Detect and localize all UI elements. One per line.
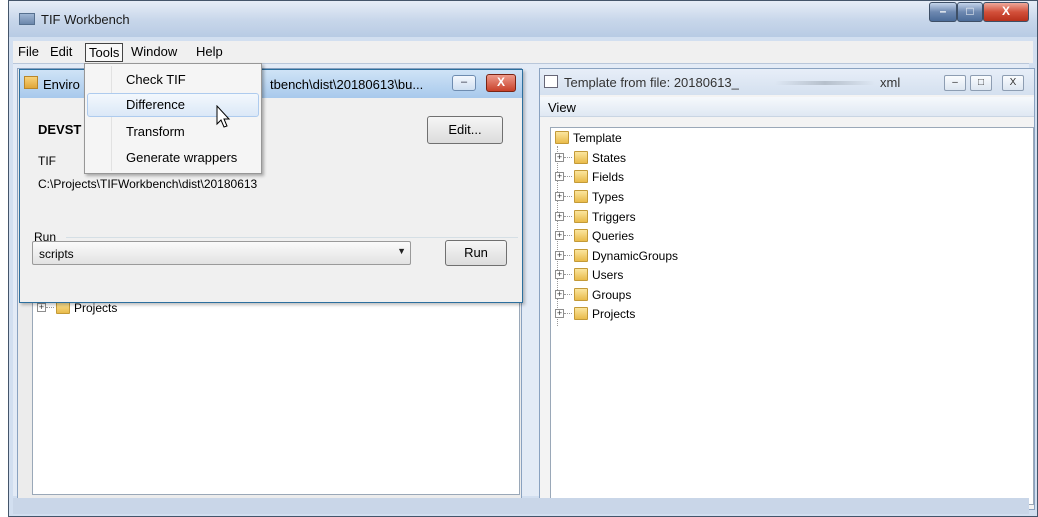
tree-connector: [564, 255, 572, 257]
expand-icon[interactable]: +: [555, 153, 564, 163]
environment-path: C:\Projects\TIFWorkbench\dist\20180613: [38, 177, 258, 191]
tree-connector: [564, 274, 572, 276]
folder-icon: [574, 170, 588, 184]
tree-node-label: Users: [592, 267, 624, 282]
tree-connector: [564, 235, 572, 237]
expand-icon[interactable]: +: [37, 303, 46, 313]
app-title: TIF Workbench: [41, 12, 130, 27]
tools-dropdown-menu: Check TIF Difference Transform Generate …: [84, 63, 262, 174]
tree-node-queries[interactable]: + Queries: [555, 226, 634, 244]
menu-help[interactable]: Help: [193, 43, 226, 60]
tree-node-label: Projects: [592, 306, 636, 321]
template-maximize-button[interactable]: □: [970, 75, 992, 91]
tree-node-types[interactable]: + Types: [555, 187, 624, 205]
folder-icon: [56, 301, 70, 315]
template-close-button[interactable]: X: [1002, 75, 1024, 91]
folder-icon: [574, 307, 588, 321]
view-menu-bar: View: [540, 97, 1034, 117]
tree-connector: [564, 216, 572, 218]
menu-window[interactable]: Window: [128, 43, 180, 60]
menu-bar: File Edit Tools Window Help: [13, 41, 1033, 63]
environment-type: TIF: [38, 154, 56, 168]
menu-item-difference[interactable]: Difference: [87, 93, 259, 117]
status-bar: [13, 498, 1029, 514]
close-button[interactable]: X: [983, 2, 1029, 22]
folder-icon: [574, 229, 588, 243]
environment-name: DEVST: [38, 122, 82, 137]
mouse-cursor-icon: [216, 105, 231, 128]
menu-item-check-tif[interactable]: Check TIF: [87, 68, 259, 92]
menu-item-generate-wrappers[interactable]: Generate wrappers: [87, 146, 259, 170]
menu-tools[interactable]: Tools: [85, 43, 124, 62]
dialog-title-end: tbench\dist\20180613\bu...: [270, 77, 424, 92]
document-icon: [544, 75, 558, 88]
template-title-tail: xml: [880, 75, 901, 90]
script-select[interactable]: scripts ▼: [32, 241, 411, 265]
template-minimize-button[interactable]: –: [944, 75, 966, 91]
chevron-down-icon[interactable]: ▼: [397, 246, 406, 256]
run-button[interactable]: Run: [445, 240, 507, 266]
tree-node-label: Types: [592, 189, 625, 204]
expand-icon[interactable]: +: [555, 212, 564, 222]
folder-icon: [574, 210, 588, 224]
folder-icon: [574, 151, 588, 165]
expand-icon[interactable]: +: [555, 231, 564, 241]
folder-icon: [574, 288, 588, 302]
expand-icon[interactable]: +: [555, 251, 564, 261]
tree-connector: [564, 176, 572, 178]
tree-node-label: DynamicGroups: [592, 248, 679, 263]
tree-connector: [564, 157, 572, 159]
app-icon: [19, 13, 35, 25]
maximize-button[interactable]: □: [957, 2, 983, 22]
tree-node-label: Triggers: [592, 209, 636, 224]
menu-edit[interactable]: Edit: [47, 43, 75, 60]
redacted-filename: [775, 81, 875, 85]
environment-icon: [24, 76, 38, 89]
tree-connector: [564, 294, 572, 296]
expand-icon[interactable]: +: [555, 290, 564, 300]
tree-node-template[interactable]: Template: [553, 128, 622, 146]
minimize-button[interactable]: –: [929, 2, 957, 22]
folder-icon: [574, 190, 588, 204]
dialog-close-button[interactable]: X: [486, 74, 516, 92]
tree-node-states[interactable]: + States: [555, 148, 626, 166]
dialog-minimize-button[interactable]: –: [452, 75, 476, 91]
folder-icon: [555, 131, 569, 145]
group-divider: [66, 237, 518, 238]
tree-node-label: Fields: [592, 169, 625, 184]
expand-icon[interactable]: +: [555, 309, 564, 319]
menu-view[interactable]: View: [548, 100, 576, 115]
tree-node-triggers[interactable]: + Triggers: [555, 207, 636, 225]
menu-file[interactable]: File: [15, 43, 42, 60]
tree-node-fields[interactable]: + Fields: [555, 167, 624, 185]
folder-icon: [574, 268, 588, 282]
folder-icon: [574, 249, 588, 263]
expand-icon[interactable]: +: [555, 172, 564, 182]
template-title-bar[interactable]: Template from file: 20180613_ xml – □ X: [540, 69, 1034, 95]
script-select-value: scripts: [39, 247, 74, 261]
dialog-title-start: Enviro: [43, 77, 80, 92]
expand-icon[interactable]: +: [555, 192, 564, 202]
template-tree[interactable]: Template + States + Fields + Types + Trigger…: [550, 127, 1034, 505]
template-panel: Template from file: 20180613_ xml – □ X …: [539, 68, 1035, 510]
tree-connector: [46, 307, 54, 309]
tree-node-users[interactable]: + Users: [555, 265, 623, 283]
expand-icon[interactable]: +: [555, 270, 564, 280]
tree-connector: [564, 196, 572, 198]
tree-node-dynamicgroups[interactable]: + DynamicGroups: [555, 246, 678, 264]
tree-node-label: Groups: [592, 287, 632, 302]
environment-tree[interactable]: + Projects: [32, 295, 520, 495]
menu-item-transform[interactable]: Transform: [87, 120, 259, 144]
title-bar[interactable]: TIF Workbench – □ X: [9, 1, 1037, 37]
tree-node-projects[interactable]: + Projects: [555, 304, 635, 322]
tree-node-label: States: [592, 150, 627, 165]
tree-connector: [564, 313, 572, 315]
tree-node-groups[interactable]: + Groups: [555, 285, 631, 303]
tree-node-label: Queries: [592, 228, 635, 243]
tree-node-label: Template: [573, 130, 622, 145]
edit-button[interactable]: Edit...: [427, 116, 503, 144]
template-title: Template from file: 20180613_: [564, 75, 739, 90]
